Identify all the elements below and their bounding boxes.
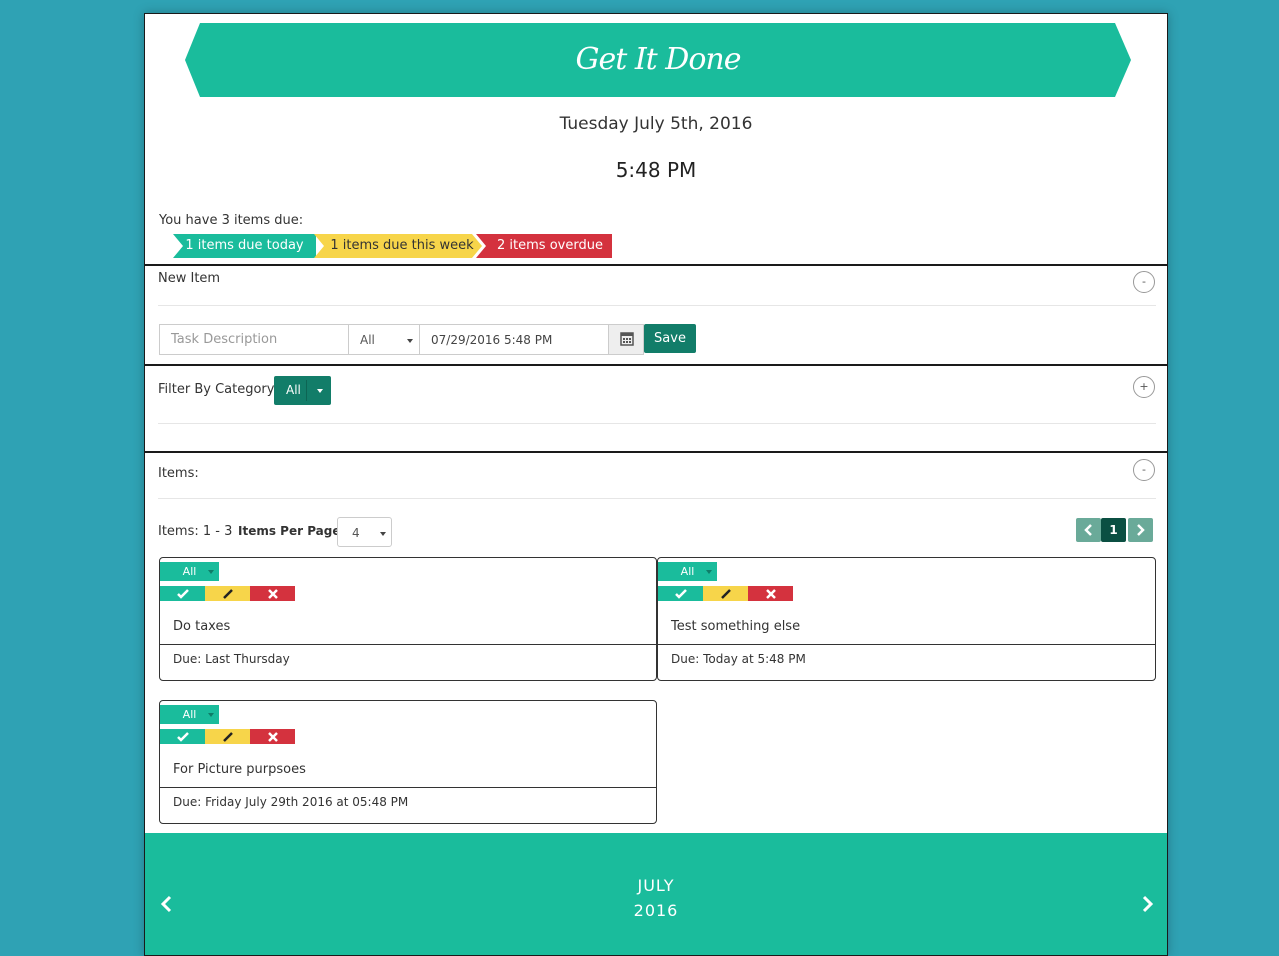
card-due-text: Due: Last Thursday — [173, 652, 290, 666]
times-icon — [267, 732, 278, 742]
section-divider — [145, 264, 1167, 266]
complete-button[interactable] — [160, 729, 205, 744]
caret-down-icon — [380, 532, 386, 536]
pager-current-page[interactable]: 1 — [1101, 518, 1126, 542]
pencil-icon — [222, 732, 233, 742]
items-separator — [158, 498, 1156, 499]
section-divider — [145, 451, 1167, 453]
due-date-input[interactable]: 07/29/2016 5:48 PM — [419, 324, 609, 355]
app-title: Get It Done — [575, 42, 742, 77]
badge-due-today-label: 1 items due today — [185, 238, 304, 253]
save-button[interactable]: Save — [644, 324, 696, 353]
title-banner: Get It Done — [185, 23, 1131, 97]
badge-due-week-label: 1 items due this week — [330, 238, 474, 253]
filter-expand-button[interactable]: + — [1133, 376, 1155, 398]
new-item-collapse-button[interactable]: - — [1133, 271, 1155, 293]
task-card: All Do taxes Due: Last Thursday — [159, 557, 657, 681]
items-per-page-select[interactable]: 4 — [337, 517, 392, 547]
pager-next-button[interactable] — [1128, 518, 1153, 542]
card-category-dropdown[interactable]: All — [160, 705, 219, 724]
task-description-input[interactable]: Task Description — [159, 324, 349, 355]
calendar-month: JULY — [637, 876, 675, 895]
caret-down-icon — [208, 713, 214, 717]
edit-button[interactable] — [703, 586, 748, 601]
filter-category-dropdown[interactable]: All — [274, 376, 331, 405]
caret-down-icon — [706, 570, 712, 574]
items-per-page-label: Items Per Page: — [238, 524, 346, 538]
current-date: Tuesday July 5th, 2016 — [559, 114, 753, 134]
badge-due-today[interactable]: 1 items due today — [173, 234, 316, 258]
badge-overdue-label: 2 items overdue — [497, 238, 603, 253]
calendar-icon — [620, 332, 634, 346]
card-category-dropdown[interactable]: All — [160, 562, 219, 581]
card-separator — [160, 644, 656, 645]
complete-button[interactable] — [160, 586, 205, 601]
chevron-left-icon — [1084, 524, 1092, 536]
card-task-text: For Picture purpsoes — [173, 762, 306, 777]
complete-button[interactable] — [658, 586, 703, 601]
app-container: Get It Done Tuesday July 5th, 2016 5:48 … — [144, 13, 1168, 956]
card-category-label: All — [182, 565, 197, 578]
filter-separator — [158, 423, 1156, 424]
times-icon — [765, 589, 776, 599]
caret-down-icon — [317, 389, 323, 393]
edit-button[interactable] — [205, 729, 250, 744]
check-icon — [674, 589, 687, 599]
due-summary-text: You have 3 items due: — [159, 213, 304, 228]
card-task-text: Test something else — [671, 619, 801, 634]
calendar-prev-button[interactable] — [159, 895, 173, 917]
filter-category-value: All — [286, 383, 301, 397]
new-item-separator — [158, 305, 1156, 306]
chevron-right-icon — [1137, 524, 1145, 536]
section-divider — [145, 364, 1167, 366]
calendar-button[interactable] — [608, 324, 644, 355]
pager-prev-button[interactable] — [1076, 518, 1101, 542]
caret-down-icon — [407, 339, 413, 343]
items-collapse-button[interactable]: - — [1133, 459, 1155, 481]
times-icon — [267, 589, 278, 599]
card-category-label: All — [182, 708, 197, 721]
calendar-header: JULY 2016 — [145, 833, 1167, 955]
delete-button[interactable] — [250, 586, 295, 601]
due-date-value: 07/29/2016 5:48 PM — [431, 333, 553, 347]
check-icon — [176, 589, 189, 599]
task-description-placeholder: Task Description — [171, 332, 278, 347]
category-select[interactable]: All — [348, 324, 420, 355]
chevron-left-icon — [160, 895, 172, 913]
check-icon — [176, 732, 189, 742]
items-per-page-value: 4 — [352, 526, 360, 540]
delete-button[interactable] — [748, 586, 793, 601]
items-title: Items: — [158, 466, 199, 481]
caret-down-icon — [208, 570, 214, 574]
calendar-month-year: JULY 2016 — [145, 873, 1167, 923]
category-select-value: All — [360, 333, 375, 347]
card-separator — [658, 644, 1155, 645]
edit-button[interactable] — [205, 586, 250, 601]
card-due-text: Due: Today at 5:48 PM — [671, 652, 806, 666]
chevron-right-icon — [1142, 895, 1154, 913]
task-card: All Test something else Due: Today at 5:… — [657, 557, 1156, 681]
new-item-title: New Item — [158, 271, 221, 286]
pencil-icon — [720, 589, 731, 599]
card-separator — [160, 787, 656, 788]
pencil-icon — [222, 589, 233, 599]
filter-label: Filter By Category: — [158, 382, 278, 397]
card-task-text: Do taxes — [173, 619, 231, 634]
delete-button[interactable] — [250, 729, 295, 744]
split-divider — [306, 380, 307, 401]
items-range: Items: 1 - 3 — [158, 524, 233, 539]
card-category-label: All — [680, 565, 695, 578]
card-category-dropdown[interactable]: All — [658, 562, 717, 581]
badge-overdue[interactable]: 2 items overdue — [476, 234, 612, 258]
calendar-next-button[interactable] — [1141, 895, 1155, 917]
task-card: All For Picture purpsoes Due: Friday Jul… — [159, 700, 657, 824]
card-due-text: Due: Friday July 29th 2016 at 05:48 PM — [173, 795, 409, 809]
current-time: 5:48 PM — [615, 158, 697, 182]
badge-due-week[interactable]: 1 items due this week — [314, 234, 482, 258]
calendar-year: 2016 — [633, 901, 679, 920]
